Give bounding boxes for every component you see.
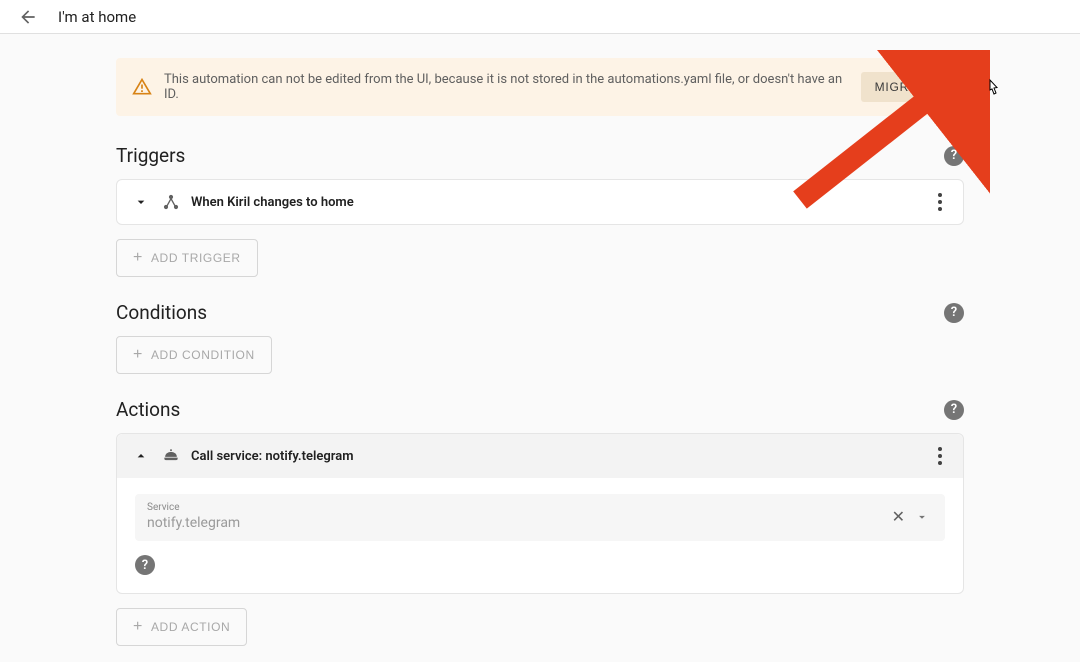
arrow-left-icon: [18, 7, 38, 27]
action-label: Call service: notify.telegram: [191, 449, 921, 464]
page-title: I'm at home: [58, 8, 136, 26]
trigger-menu-button[interactable]: [931, 190, 949, 214]
clear-icon[interactable]: ✕: [886, 503, 911, 530]
service-icon: [161, 446, 181, 466]
service-field[interactable]: Service notify.telegram ✕: [135, 494, 945, 541]
actions-title: Actions: [116, 398, 180, 421]
actions-help-icon[interactable]: ?: [944, 400, 964, 420]
dropdown-icon[interactable]: [911, 506, 933, 528]
add-action-label: ADD ACTION: [151, 620, 230, 634]
migrate-alert: This automation can not be edited from t…: [116, 58, 964, 116]
conditions-title: Conditions: [116, 301, 207, 324]
trigger-card-head[interactable]: When Kiril changes to home: [117, 180, 963, 224]
service-field-value: notify.telegram: [147, 515, 886, 531]
chevron-down-icon[interactable]: [131, 192, 151, 212]
conditions-help-icon[interactable]: ?: [944, 303, 964, 323]
action-menu-button[interactable]: [931, 444, 949, 468]
service-help-icon[interactable]: ?: [135, 555, 155, 575]
action-card: Call service: notify.telegram Service no…: [116, 433, 964, 594]
alert-message: This automation can not be edited from t…: [164, 72, 849, 102]
add-condition-button[interactable]: + ADD CONDITION: [116, 336, 272, 374]
trigger-card: When Kiril changes to home: [116, 179, 964, 225]
device-icon: [161, 192, 181, 212]
triggers-title: Triggers: [116, 144, 185, 167]
app-header: I'm at home: [0, 0, 1080, 34]
plus-icon: +: [133, 347, 143, 363]
action-card-body: Service notify.telegram ✕ ?: [117, 478, 963, 593]
chevron-up-icon[interactable]: [131, 446, 151, 466]
actions-header: Actions ?: [116, 398, 964, 421]
trigger-label: When Kiril changes to home: [191, 195, 921, 210]
triggers-help-icon[interactable]: ?: [944, 146, 964, 166]
action-card-head[interactable]: Call service: notify.telegram: [117, 434, 963, 478]
warning-icon: [132, 77, 152, 97]
triggers-header: Triggers ?: [116, 144, 964, 167]
add-trigger-label: ADD TRIGGER: [151, 251, 241, 265]
back-button[interactable]: [16, 5, 40, 29]
cursor-icon: [984, 78, 1002, 100]
add-condition-label: ADD CONDITION: [151, 348, 255, 362]
migrate-button[interactable]: MIGRATE: [861, 72, 948, 102]
service-field-label: Service: [147, 502, 886, 513]
add-action-button[interactable]: + ADD ACTION: [116, 608, 247, 646]
add-trigger-button[interactable]: + ADD TRIGGER: [116, 239, 258, 277]
plus-icon: +: [133, 250, 143, 266]
plus-icon: +: [133, 619, 143, 635]
conditions-header: Conditions ?: [116, 301, 964, 324]
main-content: This automation can not be edited from t…: [100, 34, 980, 662]
